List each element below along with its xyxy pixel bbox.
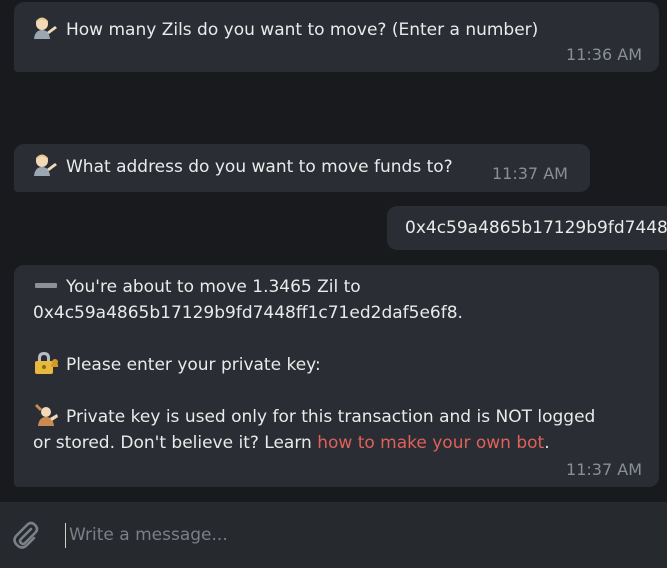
paperclip-icon[interactable] [10,520,42,552]
person-shrugging-icon [35,404,58,426]
message-bubble[interactable]: What address do you want to move funds t… [14,144,590,192]
message-text: . [544,433,550,453]
person-tipping-hand-icon [34,154,57,176]
message-text: 0x4c59a4865b17129b9fd7448ff1c71ed2daf5e6… [33,303,463,323]
message-paragraph: You're about to move 1.3465 Zil to 0x4c5… [33,274,463,326]
message-time: 11:37 AM [566,460,642,479]
lock-key-icon [35,352,58,374]
message-time: 11:37 AM [492,164,568,183]
message-list[interactable]: How many Zils do you want to move? (Ente… [0,0,667,502]
message-text-row: You're about to move 1.3465 Zil to [33,274,463,300]
message-text: 0x4c59a4865b17129b9fd7448 [405,218,667,238]
minus-icon [35,283,57,288]
message-bubble[interactable]: How many Zils do you want to move? (Ente… [14,2,659,72]
message-time: 11:36 AM [566,45,642,64]
message-text: Please enter your private key: [66,355,321,375]
message-text: or stored. Don't believe it? Learn [33,433,318,453]
message-composer [0,502,667,568]
message-input[interactable] [69,520,649,550]
make-your-own-bot-link[interactable]: how to make your own bot [317,433,544,453]
message-paragraph: Private key is used only for this transa… [33,404,595,456]
message-bubble[interactable]: You're about to move 1.3465 Zil to 0x4c5… [14,265,659,487]
chat-window: How many Zils do you want to move? (Ente… [0,0,667,568]
message-paragraph: Please enter your private key: [33,352,321,378]
message-text-row: How many Zils do you want to move? (Ente… [33,17,538,43]
message-text-row: What address do you want to move funds t… [33,154,453,180]
person-tipping-hand-icon [34,17,57,39]
text-cursor [65,523,66,548]
message-text: How many Zils do you want to move? (Ente… [66,20,539,40]
message-bubble-outgoing[interactable]: 0x4c59a4865b17129b9fd7448 [387,206,667,250]
message-text-row: or stored. Don't believe it? Learn how t… [33,430,595,456]
message-text: You're about to move 1.3465 Zil to [66,277,361,297]
message-text: Private key is used only for this transa… [66,407,596,427]
message-text: What address do you want to move funds t… [66,157,453,177]
message-text-row: Private key is used only for this transa… [33,404,595,430]
